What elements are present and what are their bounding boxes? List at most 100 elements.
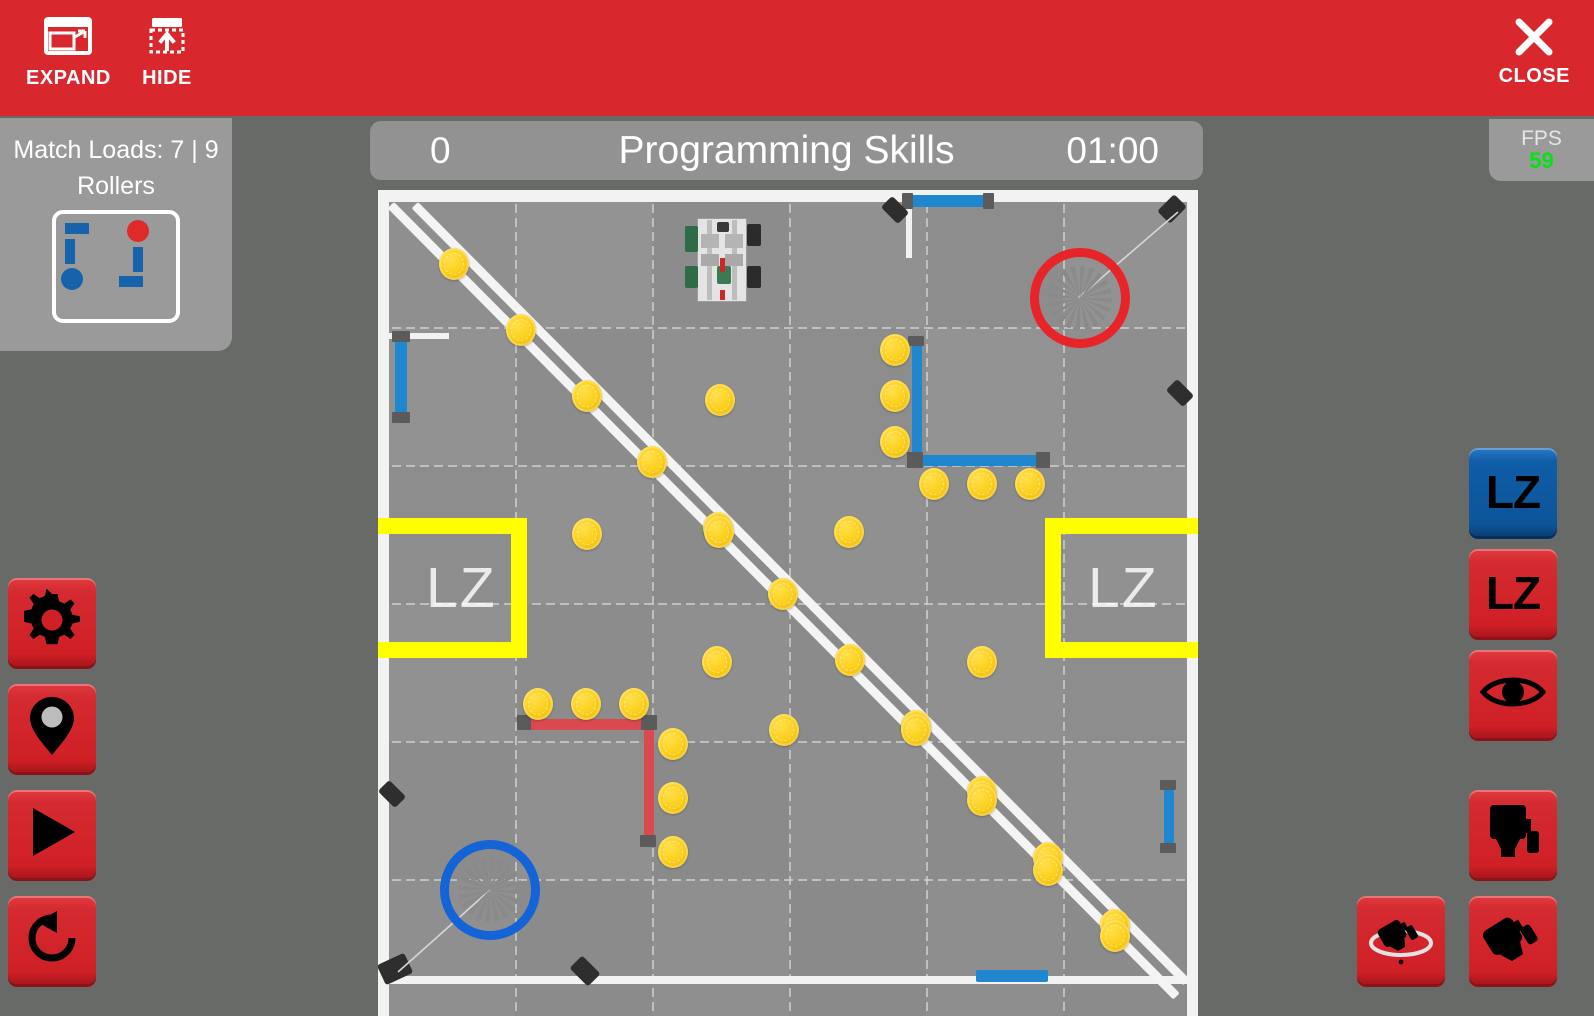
front-camera-button[interactable] — [1469, 790, 1557, 878]
roller-bar-right — [133, 247, 143, 272]
goal-bar-blue-left — [395, 338, 407, 416]
fps-indicator: FPS 59 — [1489, 119, 1594, 181]
mobile-goal-red-ring — [1030, 248, 1130, 348]
tile — [515, 190, 652, 328]
goal-cap — [907, 452, 923, 468]
game-disc[interactable] — [834, 516, 864, 548]
mobile-goal-blue[interactable] — [440, 840, 540, 940]
game-disc[interactable] — [702, 646, 732, 678]
game-disc[interactable] — [637, 446, 667, 478]
tile — [789, 880, 926, 1016]
reset-button[interactable] — [8, 896, 96, 984]
game-disc[interactable] — [1100, 920, 1130, 952]
game-disc[interactable] — [901, 714, 931, 746]
game-disc[interactable] — [658, 782, 688, 814]
load-zone-left-label: LZ — [426, 556, 497, 620]
game-disc[interactable] — [658, 836, 688, 868]
orbit-camera-button[interactable] — [1357, 896, 1445, 984]
game-disc[interactable] — [880, 426, 910, 458]
tile — [515, 742, 652, 880]
game-disc[interactable] — [705, 384, 735, 416]
game-disc[interactable] — [1015, 468, 1045, 500]
game-disc[interactable] — [967, 784, 997, 816]
tile-seam — [652, 190, 654, 1016]
goal-cap — [983, 193, 994, 209]
goal-bar-blue-inner-horizontal — [912, 455, 1042, 466]
game-disc[interactable] — [919, 468, 949, 500]
goal-cap — [640, 835, 656, 847]
robot-accent-red — [720, 290, 725, 300]
tile — [789, 742, 926, 880]
free-camera-button[interactable] — [1469, 896, 1557, 984]
tile — [1063, 742, 1198, 880]
tile — [926, 604, 1063, 742]
load-zone-red-button[interactable]: LZ — [1469, 549, 1557, 637]
tile — [926, 328, 1063, 466]
roller-diagram — [52, 210, 180, 323]
goal-cap — [392, 412, 410, 423]
goal-cap — [641, 715, 657, 730]
hide-button-label: HIDE — [142, 67, 192, 89]
hide-panel-icon — [140, 14, 194, 58]
scoreboard: 0 Programming Skills 01:00 — [370, 121, 1203, 180]
match-timer: 01:00 — [1066, 129, 1159, 171]
play-button[interactable] — [8, 790, 96, 878]
goal-cap — [1036, 452, 1050, 468]
tile-seam — [926, 190, 928, 1016]
robot-module-dark — [717, 222, 729, 232]
field-perimeter-bottom — [378, 976, 1198, 984]
robot-plate — [701, 234, 719, 248]
game-disc[interactable] — [769, 714, 799, 746]
game-disc[interactable] — [572, 518, 602, 550]
load-zone-blue-button[interactable]: LZ — [1469, 448, 1557, 536]
roller-bar-top-left — [65, 223, 89, 234]
robot-plate — [725, 254, 743, 266]
robot-module-dark — [747, 224, 761, 246]
roller-bar-bottom-right — [119, 276, 143, 287]
game-disc[interactable] — [506, 314, 536, 346]
roller-bar-left — [65, 239, 75, 264]
game-disc[interactable] — [880, 380, 910, 412]
game-disc[interactable] — [1033, 854, 1063, 886]
reset-arrow-icon — [23, 909, 81, 972]
roller-dot-bottom-left — [61, 268, 83, 290]
goal-cap — [908, 336, 924, 346]
game-disc[interactable] — [523, 688, 553, 720]
match-loads-title: Match Loads: 7 | 9 — [13, 136, 219, 164]
tile — [926, 880, 1063, 1016]
expand-button[interactable]: EXPAND — [26, 14, 111, 90]
game-disc[interactable] — [768, 578, 798, 610]
goal-bar-blue-inner-vertical — [912, 342, 922, 460]
goal-cap — [392, 331, 410, 342]
fps-value: 59 — [1529, 148, 1554, 173]
game-disc[interactable] — [439, 248, 469, 280]
game-disc[interactable] — [704, 516, 734, 548]
game-disc[interactable] — [967, 468, 997, 500]
close-button[interactable]: CLOSE — [1499, 16, 1570, 88]
game-disc[interactable] — [967, 646, 997, 678]
game-disc[interactable] — [572, 380, 602, 412]
tile-seam — [378, 465, 1198, 467]
visibility-button[interactable] — [1469, 650, 1557, 738]
tile — [652, 880, 789, 1016]
goal-cap — [1160, 780, 1176, 790]
goal-bar-blue-top — [910, 195, 986, 207]
settings-button[interactable] — [8, 578, 96, 666]
field-view[interactable]: LZ LZ — [378, 190, 1198, 1016]
game-disc[interactable] — [880, 334, 910, 366]
game-disc[interactable] — [571, 688, 601, 720]
game-disc[interactable] — [619, 688, 649, 720]
top-toolbar: EXPAND HIDE CLOSE — [0, 0, 1594, 116]
goal-bar-blue-right — [1164, 786, 1174, 848]
load-zone-blue-label: LZ — [1485, 466, 1541, 518]
game-disc[interactable] — [835, 644, 865, 676]
position-button[interactable] — [8, 684, 96, 772]
robot-module-green — [685, 266, 698, 288]
close-x-icon — [1511, 16, 1557, 58]
goal-bar-blue-bottom — [976, 970, 1048, 982]
mobile-goal-red[interactable] — [1030, 248, 1130, 348]
game-disc[interactable] — [658, 728, 688, 760]
hide-button[interactable]: HIDE — [140, 14, 194, 90]
eye-icon — [1479, 673, 1547, 716]
robot[interactable] — [681, 210, 763, 308]
